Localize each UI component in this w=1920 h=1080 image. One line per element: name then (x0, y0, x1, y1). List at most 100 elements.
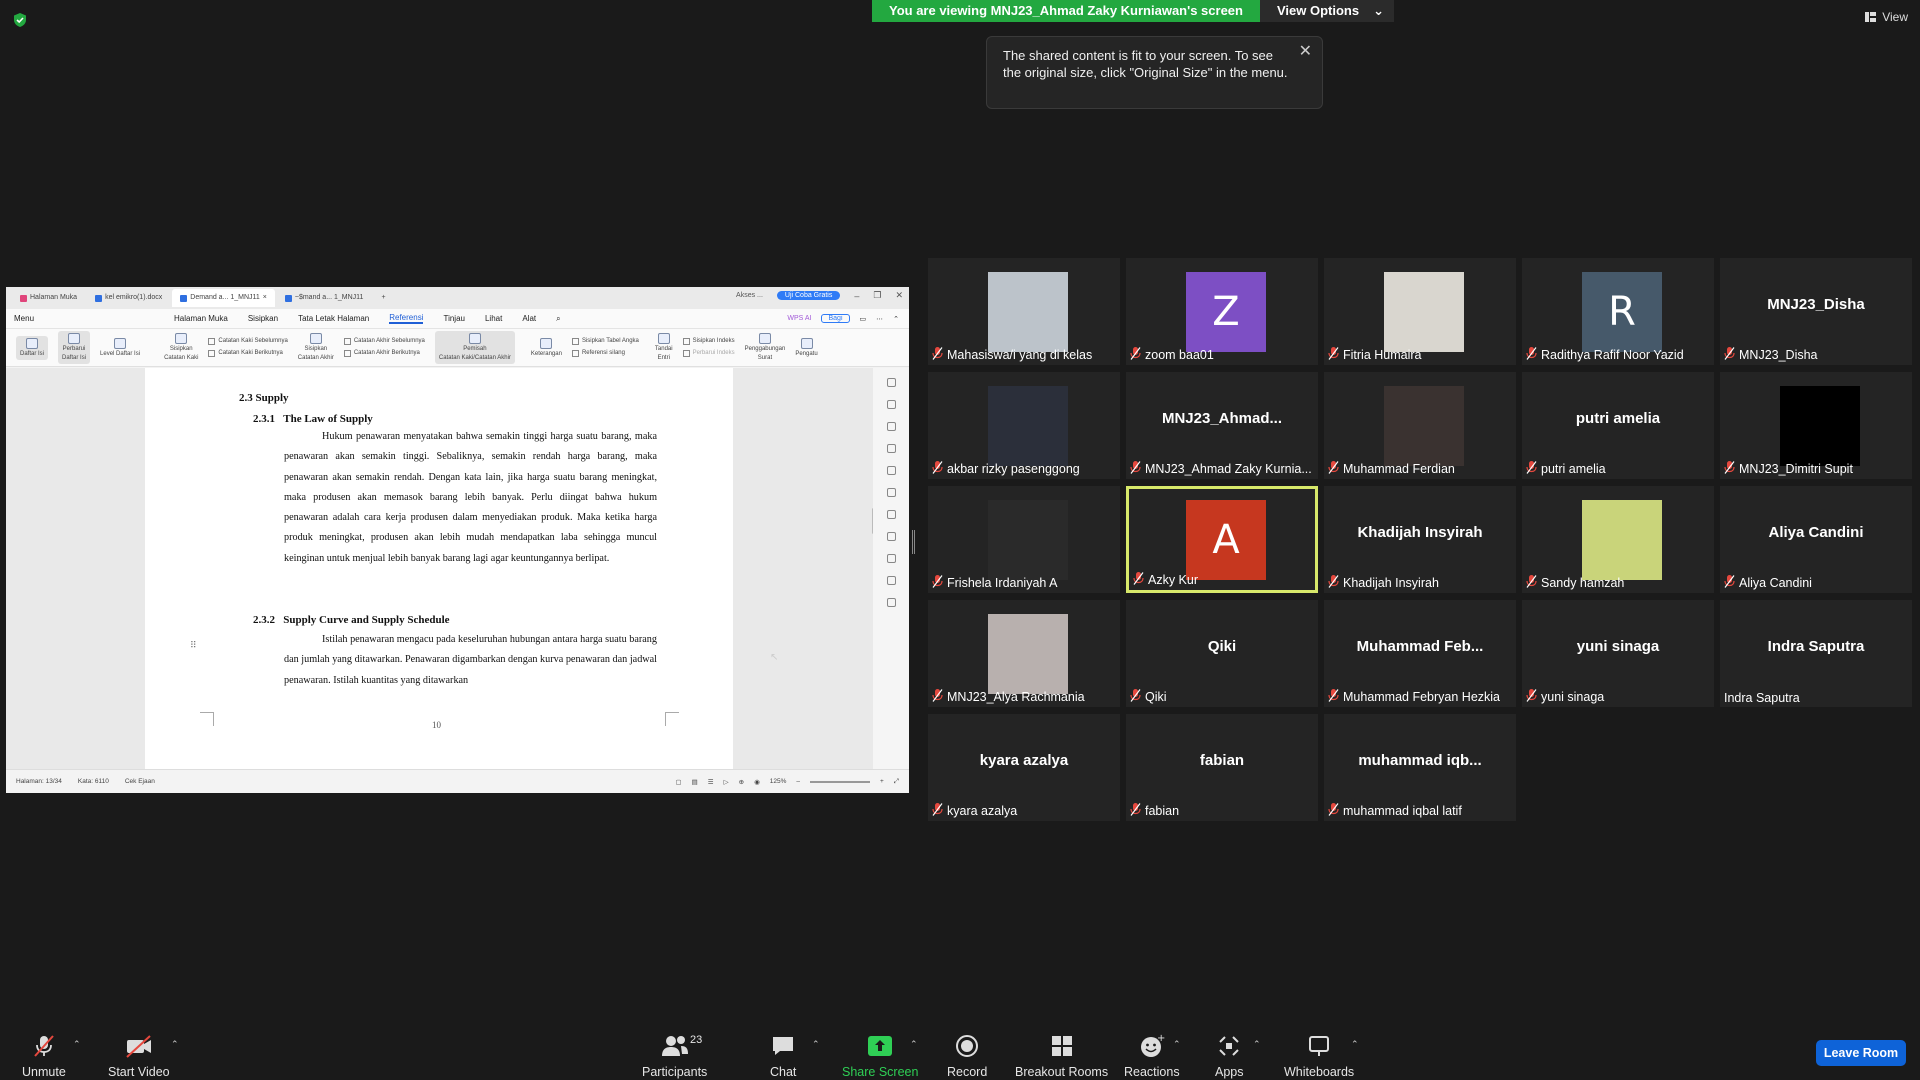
document-page[interactable]: 2.3 Supply 2.3.1 The Law of Supply Hukum… (145, 368, 733, 769)
view-options-button[interactable]: View Options ⌄ (1259, 0, 1394, 22)
fullscreen-icon[interactable]: ⤢ (894, 778, 899, 786)
participant-tile[interactable]: Aliya Candini Aliya Candini (1720, 486, 1912, 593)
leave-room-button[interactable]: Leave Room (1816, 1040, 1906, 1066)
chevron-up-icon[interactable]: ⌃ (893, 315, 899, 323)
menu-sisipkan[interactable]: Sisipkan (248, 314, 278, 323)
participant-tile[interactable]: MNJ23_Dimitri Supit (1720, 372, 1912, 479)
apps-button[interactable]: Apps (1215, 1033, 1244, 1079)
close-window-icon[interactable]: ✕ (895, 290, 903, 301)
participant-tile[interactable]: MNJ23_Alya Rachmania (928, 600, 1120, 707)
code-icon[interactable] (886, 488, 896, 497)
participant-tile[interactable]: Fitria Humaira (1324, 258, 1516, 365)
sisipkan-indeks-button[interactable]: Sisipkan Indeks (682, 338, 735, 345)
chat-options-caret[interactable]: ⌃ (812, 1039, 820, 1050)
level-daftar-isi-button[interactable]: Level Daftar Isi (100, 337, 140, 358)
zoom-level[interactable]: 125% (770, 778, 787, 785)
participant-tile[interactable]: Frishela Irdaniyah A (928, 486, 1120, 593)
zoom-in-icon[interactable]: + (880, 778, 884, 785)
sisipkan-catatan-kaki-button[interactable]: Sisipkan Catatan Kaki (164, 333, 198, 362)
participant-tile[interactable]: MNJ23_Disha MNJ23_Disha (1720, 258, 1912, 365)
participant-tile[interactable]: Indra Saputra Indra Saputra (1720, 600, 1912, 707)
comment-icon[interactable]: ▭ (860, 315, 867, 323)
pengaturan-button[interactable]: Pengatu (795, 337, 818, 358)
shape-icon[interactable] (886, 444, 896, 453)
participant-tile[interactable]: yuni sinaga yuni sinaga (1522, 600, 1714, 707)
participant-tile[interactable]: Zzoom baa01 (1126, 258, 1318, 365)
zoom-slider[interactable] (810, 780, 870, 783)
minus-icon[interactable] (886, 378, 896, 387)
menu-referensi[interactable]: Referensi (389, 313, 424, 324)
catatan-kaki-sebelumnya-button[interactable]: Catatan Kaki Sebelumnya (208, 338, 288, 345)
participant-tile[interactable]: MNJ23_Ahmad... MNJ23_Ahmad Zaky Kurnia... (1126, 372, 1318, 479)
word-count[interactable]: Kata: 6110 (78, 778, 109, 785)
tandai-entri-button[interactable]: Tandai Entri (655, 333, 673, 362)
participant-tile[interactable]: Muhammad Feb... Muhammad Febryan Hezkia (1324, 600, 1516, 707)
participant-tile[interactable]: muhammad iqb... muhammad iqbal latif (1324, 714, 1516, 821)
split-view-divider[interactable] (912, 530, 915, 554)
chat-button[interactable]: Chat (770, 1033, 796, 1079)
menu-button[interactable]: Menu (14, 314, 34, 323)
start-video-button[interactable]: Start Video (108, 1033, 170, 1079)
security-shield-icon[interactable] (12, 12, 28, 28)
spell-check[interactable]: Cek Ejaan (125, 778, 155, 785)
more-icon[interactable] (886, 598, 896, 607)
more-icon[interactable]: ⋯ (876, 315, 883, 323)
outline-icon[interactable]: ☰ (708, 778, 714, 786)
adjust-icon[interactable] (886, 510, 896, 519)
menu-alat[interactable]: Alat (522, 314, 536, 323)
participant-tile[interactable]: Muhammad Ferdian (1324, 372, 1516, 479)
share-options-caret[interactable]: ⌃ (910, 1039, 918, 1050)
keterangan-button[interactable]: Keterangan (531, 337, 562, 358)
audio-options-caret[interactable]: ⌃ (73, 1039, 81, 1050)
read-mode-icon[interactable]: ▢ (675, 778, 681, 786)
participant-tile[interactable]: R Radithya Rafif Noor Yazid (1522, 258, 1714, 365)
participant-tile[interactable]: akbar rizky pasenggong (928, 372, 1120, 479)
sisipkan-tabel-angka-button[interactable]: Sisipkan Tabel Angka (571, 338, 639, 345)
page-indicator[interactable]: Halaman: 13/34 (16, 778, 62, 785)
participant-tile[interactable]: putri amelia putri amelia (1522, 372, 1714, 479)
account-label[interactable]: Akses ... (736, 292, 763, 299)
participant-tile[interactable]: fabian fabian (1126, 714, 1318, 821)
perbarui-indeks-button[interactable]: Perbarui Indeks (682, 350, 735, 357)
catatan-akhir-sebelumnya-button[interactable]: Catatan Akhir Sebelumnya (343, 338, 425, 345)
zoom-out-icon[interactable]: – (796, 778, 800, 785)
menu-tata-letak[interactable]: Tata Letak Halaman (298, 314, 369, 323)
participant-tile[interactable]: Khadijah Insyirah Khadijah Insyirah (1324, 486, 1516, 593)
video-options-caret[interactable]: ⌃ (171, 1039, 179, 1050)
apps-options-caret[interactable]: ⌃ (1253, 1039, 1261, 1050)
pen-icon[interactable] (886, 400, 896, 409)
catatan-kaki-berikutnya-button[interactable]: Catatan Kaki Berikutnya (208, 350, 287, 357)
share-bagi-button[interactable]: Bagi (821, 314, 850, 323)
image-icon[interactable] (886, 554, 896, 563)
web-view-icon[interactable]: ⊕ (739, 778, 744, 786)
document-area[interactable]: 2.3 Supply 2.3.1 The Law of Supply Hukum… (6, 368, 909, 769)
catatan-akhir-berikutnya-button[interactable]: Catatan Akhir Berikutnya (343, 350, 425, 357)
tab-temp-demand[interactable]: ~$mand a... 1_MNJ11 (277, 289, 372, 307)
record-button[interactable]: Record (947, 1033, 987, 1079)
new-tab-button[interactable]: + (373, 289, 393, 307)
whiteboards-options-caret[interactable]: ⌃ (1351, 1039, 1359, 1050)
reactions-button[interactable]: + Reactions (1124, 1033, 1180, 1079)
tab-kel-emikro[interactable]: kel emikro(1).docx (87, 289, 170, 307)
whiteboards-button[interactable]: Whiteboards (1284, 1033, 1354, 1079)
drag-handle-icon[interactable]: ⠿ (190, 640, 197, 651)
restore-icon[interactable]: ❐ (873, 290, 881, 301)
wps-ai-button[interactable]: WPS AI (787, 315, 811, 322)
share-screen-button[interactable]: Share Screen (842, 1033, 918, 1079)
tab-demand-active[interactable]: Demand a... 1_MNJ11 × (172, 289, 275, 307)
breakout-rooms-button[interactable]: Breakout Rooms (1015, 1033, 1108, 1079)
close-icon[interactable]: × (263, 289, 267, 307)
history-icon[interactable] (886, 532, 896, 541)
eye-icon[interactable]: ◉ (754, 778, 760, 786)
participant-tile[interactable]: Qiki Qiki (1126, 600, 1318, 707)
select-icon[interactable] (886, 422, 896, 431)
participant-tile[interactable]: Sandy hamzah (1522, 486, 1714, 593)
reactions-options-caret[interactable]: ⌃ (1173, 1039, 1181, 1050)
pemisah-button[interactable]: Pemisah Catatan Kaki/Catatan Akhir (434, 331, 515, 364)
menu-halaman-muka[interactable]: Halaman Muka (174, 314, 228, 323)
participant-tile[interactable]: kyara azalya kyara azalya (928, 714, 1120, 821)
perbarui-daftar-isi-button[interactable]: Perbarui Daftar Isi (58, 331, 91, 364)
try-free-button[interactable]: Uji Coba Gratis (776, 291, 841, 300)
sisipkan-catatan-akhir-button[interactable]: Sisipkan Catatan Akhir (298, 333, 334, 362)
penggabungan-surat-button[interactable]: Penggabungan Surat (745, 333, 785, 362)
